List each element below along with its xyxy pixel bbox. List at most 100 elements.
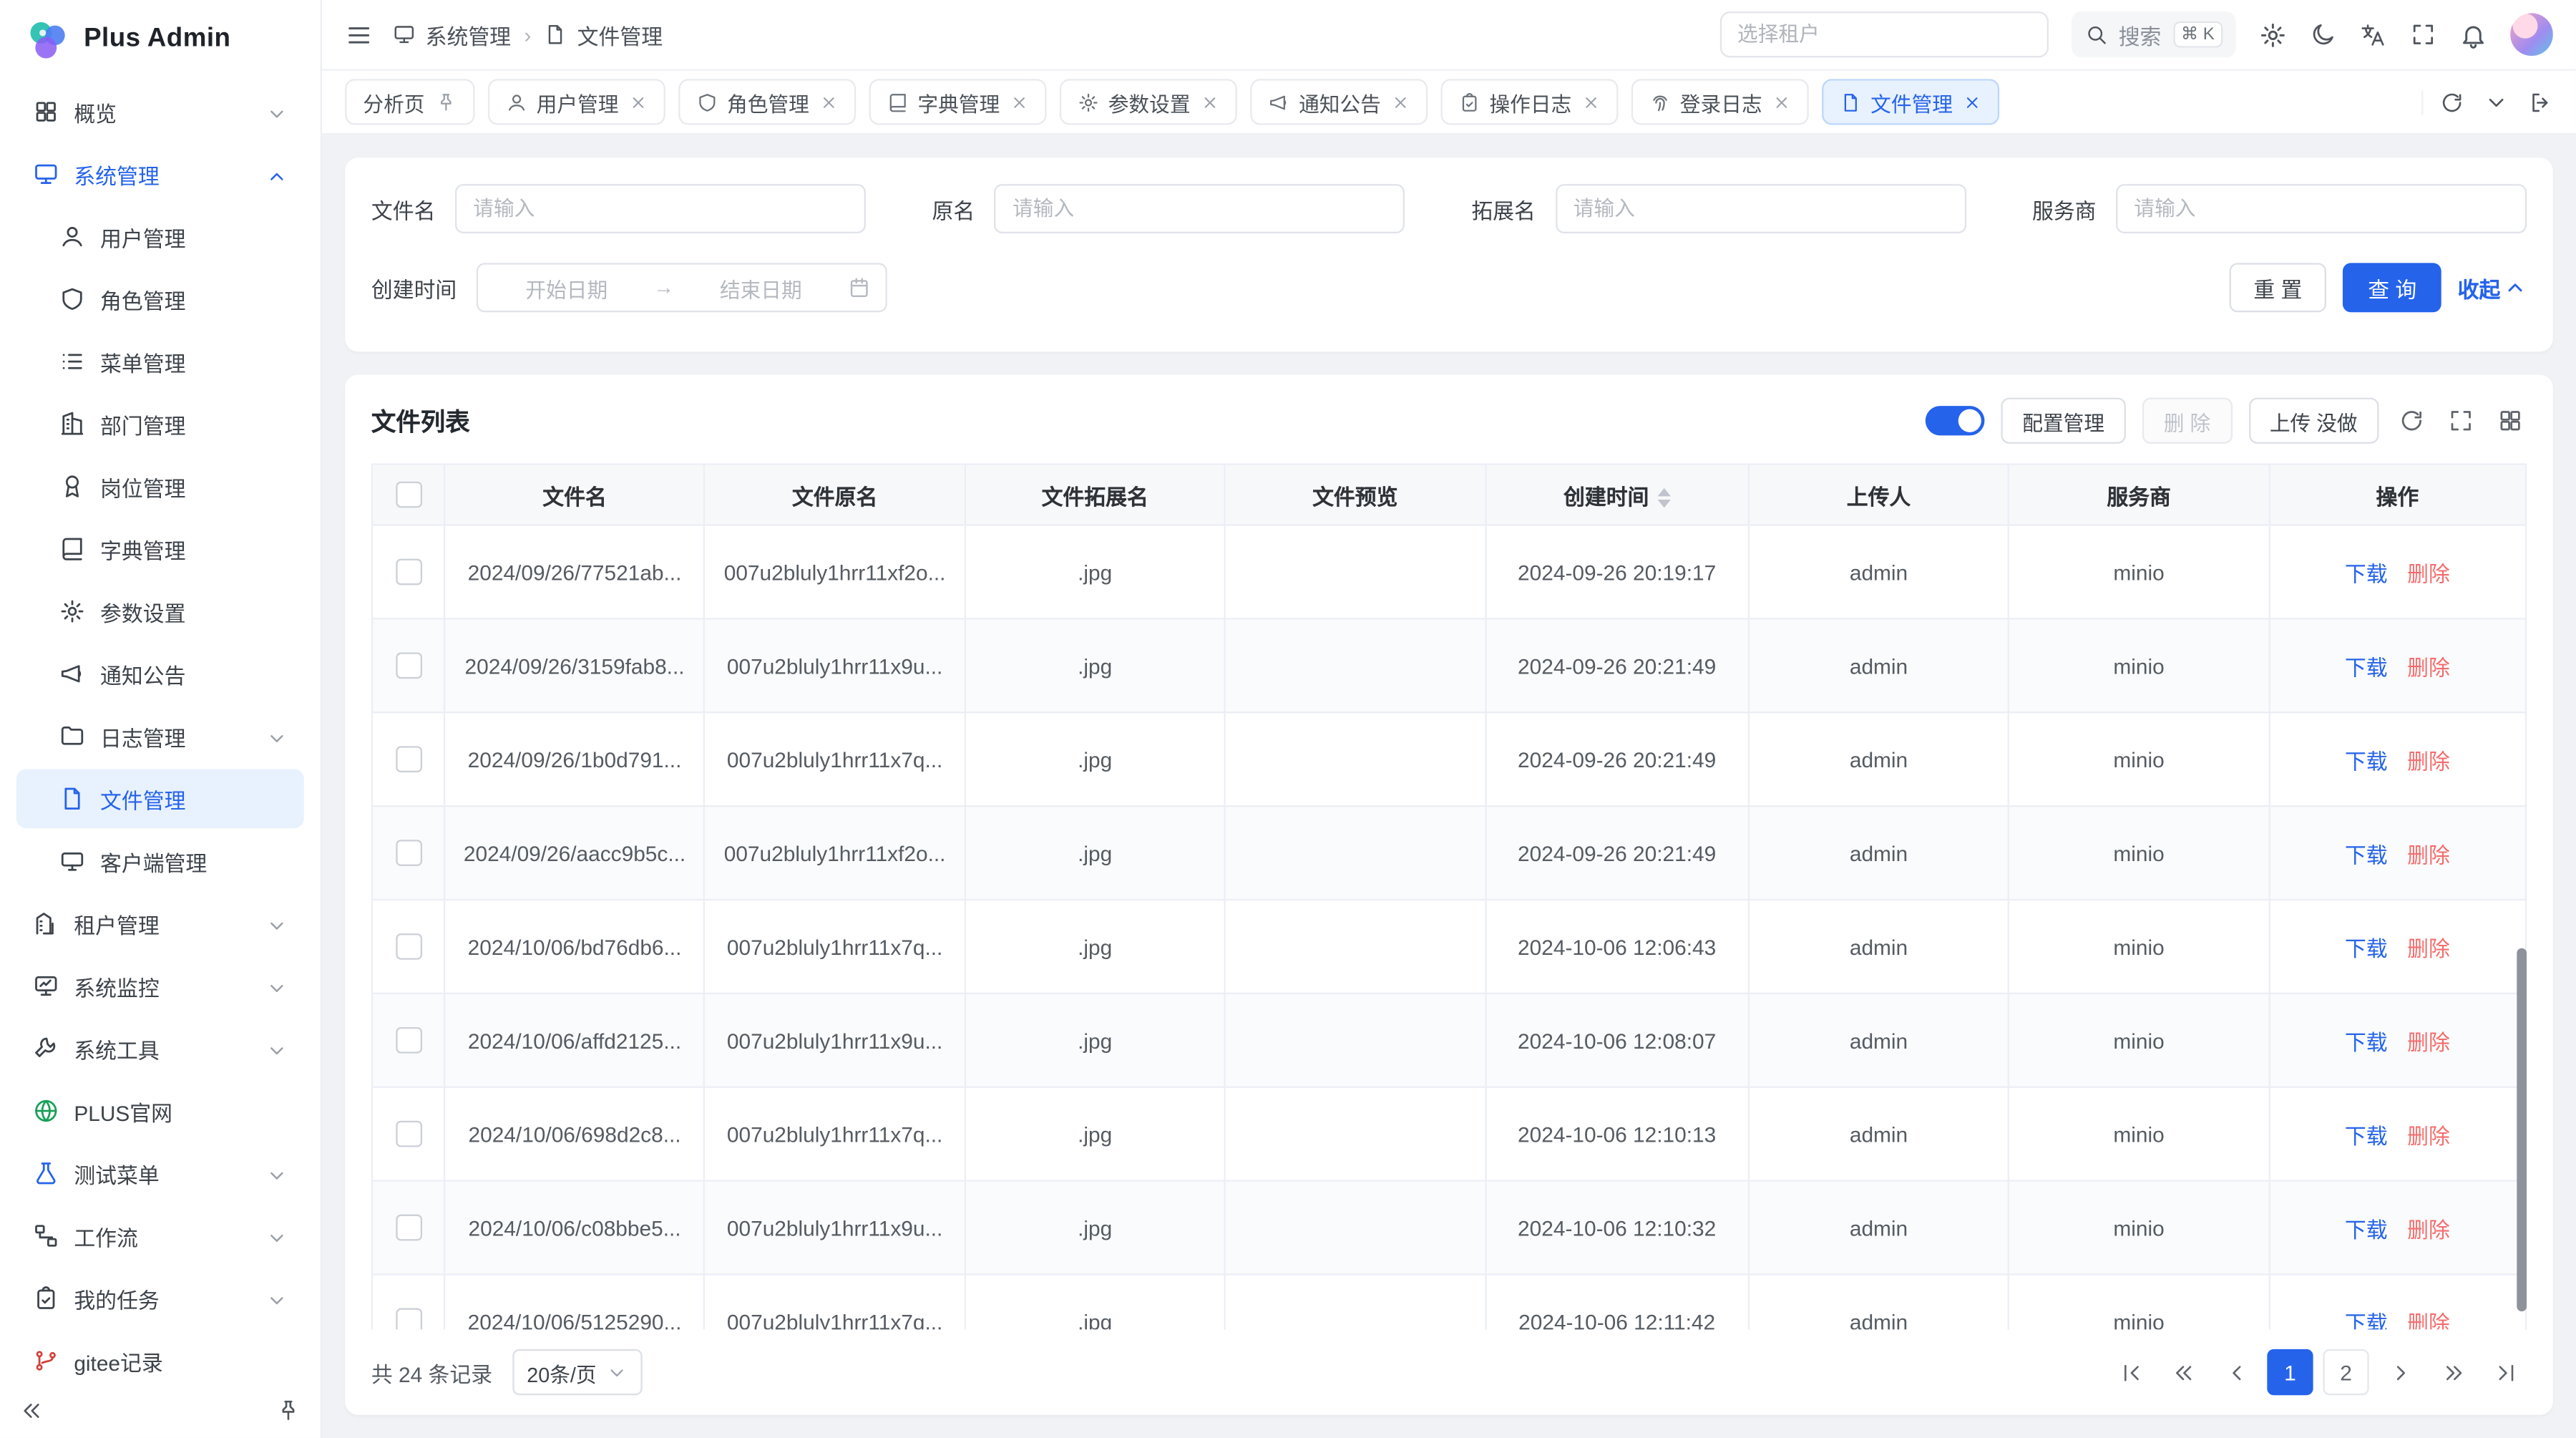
row-checkbox[interactable]	[395, 934, 421, 961]
tab-analysis[interactable]: 分析页	[345, 79, 474, 125]
close-icon[interactable]	[1963, 93, 1981, 111]
sidebar-item-my-tasks[interactable]: 我的任务	[16, 1268, 304, 1328]
refresh-table-icon[interactable]	[2395, 404, 2428, 437]
delete-link[interactable]: 删除	[2407, 561, 2450, 586]
reset-button[interactable]: 重 置	[2229, 263, 2327, 312]
dark-mode-moon-icon[interactable]	[2310, 21, 2336, 48]
config-management-button[interactable]: 配置管理	[2001, 398, 2126, 444]
row-checkbox[interactable]	[395, 1308, 421, 1329]
translate-icon[interactable]	[2359, 21, 2387, 49]
delete-link[interactable]: 删除	[2407, 842, 2450, 867]
delete-link[interactable]: 删除	[2407, 1217, 2450, 1241]
collapse-filter-link[interactable]: 收起	[2458, 272, 2527, 303]
breadcrumb-item-system[interactable]: 系统管理	[426, 19, 511, 50]
fullscreen-icon[interactable]	[2410, 21, 2436, 48]
sidebar-pin-button[interactable]	[276, 1398, 301, 1422]
tab-notice[interactable]: 通知公告	[1249, 79, 1427, 125]
table-fullscreen-icon[interactable]	[2444, 404, 2477, 437]
jump-back-button[interactable]	[2162, 1351, 2205, 1394]
sidebar-item-tenant-mgmt[interactable]: 租户管理	[16, 894, 304, 953]
delete-link[interactable]: 删除	[2407, 1029, 2450, 1054]
sidebar-item-plus-website[interactable]: PLUS官网	[16, 1082, 304, 1141]
provider-input[interactable]	[2116, 184, 2527, 233]
download-link[interactable]: 下载	[2345, 1311, 2388, 1329]
download-link[interactable]: 下载	[2345, 655, 2388, 679]
download-link[interactable]: 下载	[2345, 749, 2388, 773]
sidebar-item-role-mgmt[interactable]: 角色管理	[16, 270, 304, 329]
page-number-2[interactable]: 2	[2323, 1349, 2368, 1395]
next-page-button[interactable]	[2379, 1351, 2421, 1394]
delete-link[interactable]: 删除	[2407, 936, 2450, 961]
tab-login-log[interactable]: 登录日志	[1631, 79, 1808, 125]
query-button[interactable]: 查 询	[2343, 263, 2441, 312]
upload-button[interactable]: 上传 没做	[2248, 398, 2379, 444]
extension-input[interactable]	[1555, 184, 1966, 233]
row-checkbox[interactable]	[395, 747, 421, 773]
sidebar-item-test-menu[interactable]: 测试菜单	[16, 1144, 304, 1203]
user-avatar[interactable]	[2510, 13, 2553, 56]
tab-user-mgmt[interactable]: 用户管理	[487, 79, 665, 125]
sort-carets-icon[interactable]	[1657, 488, 1670, 508]
row-checkbox[interactable]	[395, 1121, 421, 1147]
download-link[interactable]: 下载	[2345, 1217, 2388, 1241]
sidebar-item-workflow[interactable]: 工作流	[16, 1206, 304, 1265]
filename-input[interactable]	[455, 184, 866, 233]
sidebar-collapse-button[interactable]	[20, 1398, 44, 1422]
sidebar-item-post-mgmt[interactable]: 岗位管理	[16, 457, 304, 516]
select-all-checkbox[interactable]	[395, 482, 421, 508]
page-number-1[interactable]: 1	[2267, 1349, 2313, 1395]
page-size-select[interactable]: 20条/页	[512, 1349, 643, 1395]
vertical-scrollbar-thumb[interactable]	[2517, 948, 2527, 1312]
jump-forward-button[interactable]	[2431, 1351, 2474, 1394]
search-panel-toggle[interactable]	[1926, 406, 1985, 435]
sidebar-item-param-settings[interactable]: 参数设置	[16, 582, 304, 641]
notification-bell-icon[interactable]	[2459, 21, 2487, 49]
hamburger-menu-icon[interactable]	[345, 21, 373, 49]
prev-page-button[interactable]	[2215, 1351, 2258, 1394]
download-link[interactable]: 下载	[2345, 561, 2388, 586]
delete-link[interactable]: 删除	[2407, 1123, 2450, 1147]
row-checkbox[interactable]	[395, 1028, 421, 1054]
tab-dict-mgmt[interactable]: 字典管理	[868, 79, 1045, 125]
close-icon[interactable]	[1391, 93, 1409, 111]
sidebar-item-menu-mgmt[interactable]: 菜单管理	[16, 332, 304, 392]
refresh-page-icon[interactable]	[2439, 89, 2464, 114]
sidebar-item-system-tools[interactable]: 系统工具	[16, 1019, 304, 1078]
close-icon[interactable]	[628, 93, 646, 111]
tab-menu-chevron-down-icon[interactable]	[2484, 89, 2508, 114]
originalname-input[interactable]	[995, 184, 1405, 233]
date-range-picker[interactable]: 开始日期 → 结束日期	[477, 263, 887, 312]
download-link[interactable]: 下载	[2345, 842, 2388, 867]
last-page-button[interactable]	[2484, 1351, 2527, 1394]
sidebar-item-notice[interactable]: 通知公告	[16, 644, 304, 704]
download-link[interactable]: 下载	[2345, 936, 2388, 961]
delete-link[interactable]: 删除	[2407, 1311, 2450, 1329]
delete-selected-button[interactable]: 删 除	[2142, 398, 2232, 444]
tab-param-settings[interactable]: 参数设置	[1059, 79, 1236, 125]
close-icon[interactable]	[819, 93, 837, 111]
tab-role-mgmt[interactable]: 角色管理	[678, 79, 855, 125]
sidebar-item-dict-mgmt[interactable]: 字典管理	[16, 520, 304, 579]
exit-fullscreen-icon[interactable]	[2528, 89, 2552, 114]
column-settings-grid-icon[interactable]	[2494, 404, 2527, 437]
close-icon[interactable]	[1581, 93, 1599, 111]
tab-file-mgmt[interactable]: 文件管理	[1821, 79, 1999, 125]
close-icon[interactable]	[1772, 93, 1790, 111]
sidebar-item-log-mgmt[interactable]: 日志管理	[16, 706, 304, 766]
row-checkbox[interactable]	[395, 840, 421, 867]
tab-op-log[interactable]: 操作日志	[1440, 79, 1618, 125]
tenant-select-input[interactable]	[1719, 11, 2048, 57]
row-checkbox[interactable]	[395, 559, 421, 586]
close-icon[interactable]	[1010, 93, 1028, 111]
sidebar-item-dept-mgmt[interactable]: 部门管理	[16, 394, 304, 454]
sidebar-item-system-monitor[interactable]: 系统监控	[16, 956, 304, 1016]
delete-link[interactable]: 删除	[2407, 749, 2450, 773]
download-link[interactable]: 下载	[2345, 1123, 2388, 1147]
close-icon[interactable]	[1200, 93, 1218, 111]
download-link[interactable]: 下载	[2345, 1029, 2388, 1054]
row-checkbox[interactable]	[395, 653, 421, 679]
delete-link[interactable]: 删除	[2407, 655, 2450, 679]
sidebar-item-user-mgmt[interactable]: 用户管理	[16, 207, 304, 266]
breadcrumb-item-file[interactable]: 文件管理	[577, 19, 663, 50]
sidebar-item-file-mgmt[interactable]: 文件管理	[16, 769, 304, 828]
